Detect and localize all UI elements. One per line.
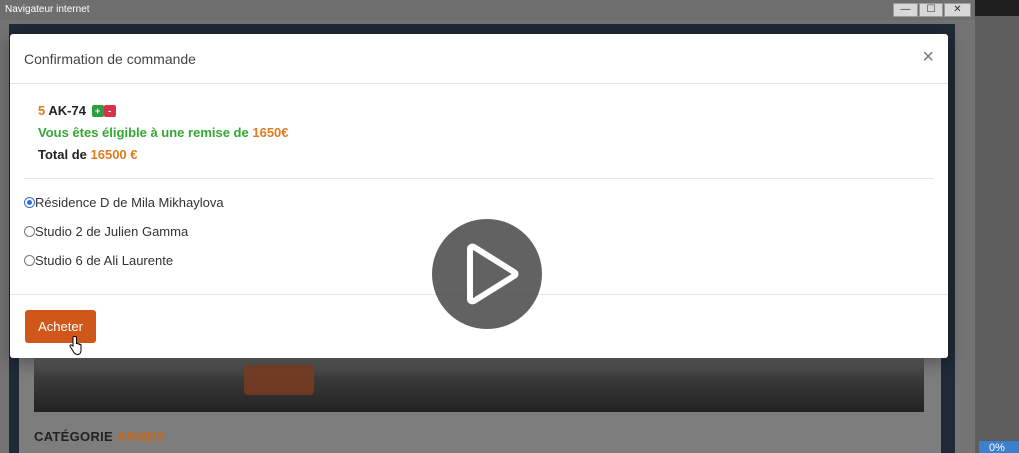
address-option[interactable]: Studio 6 de Ali Laurente <box>24 253 224 282</box>
category-value[interactable]: ARMES <box>116 429 164 444</box>
category-label: CATÉGORIE <box>34 429 114 444</box>
desktop-right-strip: 0% <box>975 0 1019 453</box>
total-text: Total de <box>38 147 87 162</box>
buy-button[interactable]: Acheter <box>25 310 96 343</box>
divider <box>24 178 934 179</box>
address-option[interactable]: Résidence D de Mila Mikhaylova <box>24 195 224 224</box>
address-radio-group: Résidence D de Mila Mikhaylova Studio 2 … <box>24 195 224 282</box>
total-amount: 16500 € <box>90 147 138 162</box>
hero-detail <box>244 365 314 395</box>
radio-button[interactable] <box>24 255 35 266</box>
hero-image <box>34 355 924 412</box>
address-label[interactable]: Résidence D de Mila Mikhaylova <box>35 195 224 210</box>
address-option[interactable]: Studio 2 de Julien Gamma <box>24 224 224 253</box>
radio-button[interactable] <box>24 197 35 208</box>
increase-quantity-button[interactable]: + <box>91 105 104 117</box>
play-icon <box>467 243 519 305</box>
decrease-quantity-button[interactable]: - <box>103 105 116 117</box>
address-label[interactable]: Studio 6 de Ali Laurente <box>35 253 173 268</box>
close-icon[interactable]: × <box>922 47 934 67</box>
desktop-top-bar <box>975 0 1019 16</box>
hand-cursor-icon <box>69 336 82 356</box>
order-summary: 5 AK-74 + - Vous êtes éligible à une remi… <box>38 100 289 166</box>
video-play-button[interactable] <box>432 219 542 329</box>
modal-header: Confirmation de commande × <box>10 34 948 84</box>
discount-text: Vous êtes éligible à une remise de <box>38 125 249 140</box>
discount-line: Vous êtes éligible à une remise de 1650€ <box>38 122 289 144</box>
order-item: AK-74 <box>48 103 86 118</box>
discount-amount: 1650€ <box>252 125 289 140</box>
modal-title: Confirmation de commande <box>24 51 196 67</box>
taskbar-badge[interactable]: 0% <box>979 441 1019 453</box>
total-line: Total de 16500 € <box>38 144 289 166</box>
radio-button[interactable] <box>24 226 35 237</box>
category-heading: CATÉGORIE ARMES <box>34 429 165 444</box>
order-line: 5 AK-74 + - <box>38 100 289 122</box>
order-quantity: 5 <box>38 103 46 118</box>
address-label[interactable]: Studio 2 de Julien Gamma <box>35 224 188 239</box>
